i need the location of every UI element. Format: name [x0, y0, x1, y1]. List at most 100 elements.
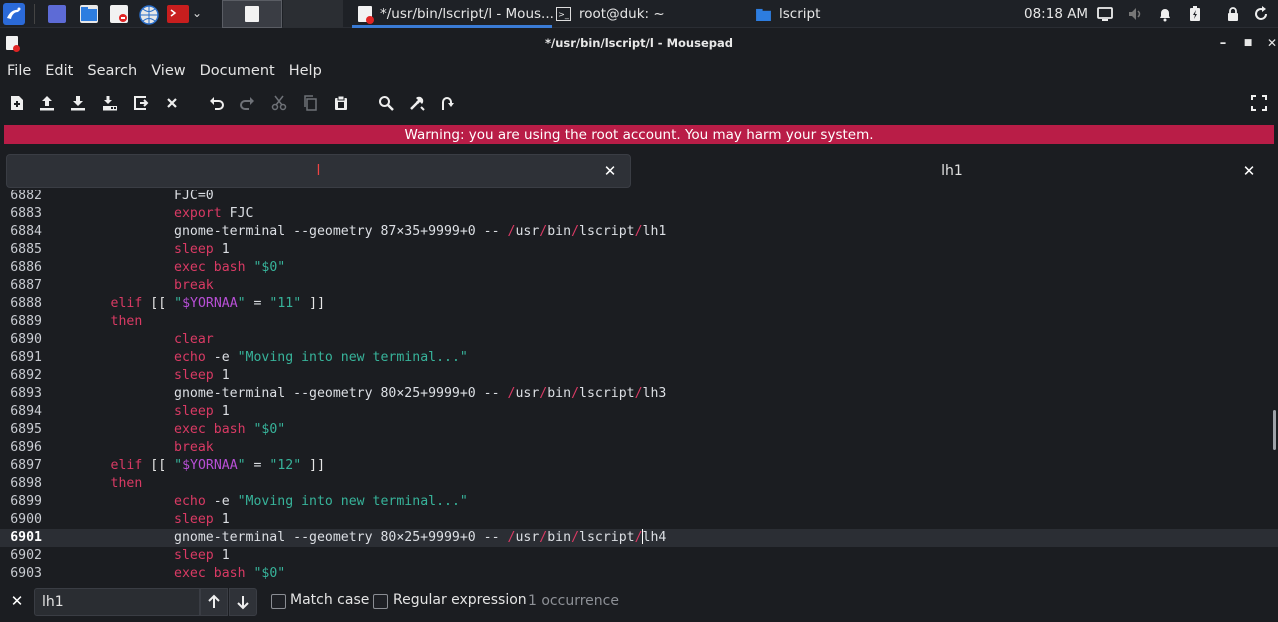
editor-line[interactable]: 6897 elif [[ "$YORNAA" = "12" ]]	[0, 457, 1278, 475]
fullscreen-button[interactable]	[1248, 92, 1270, 114]
menu-document[interactable]: Document	[193, 63, 282, 79]
menu-view[interactable]: View	[144, 63, 192, 79]
line-number: 6887	[10, 278, 42, 293]
line-code: break	[174, 440, 214, 455]
tab-lh1-close-button[interactable]: ✕	[1241, 162, 1257, 180]
task-mousepad[interactable]: */usr/bin/lscript/l - Mous...	[358, 0, 554, 28]
editor-line[interactable]: 6903 exec bash "$0"	[0, 565, 1278, 579]
browser-icon[interactable]	[139, 5, 159, 25]
line-number: 6895	[10, 422, 42, 437]
editor-line[interactable]: 6894 sleep 1	[0, 403, 1278, 421]
editor-line[interactable]: 6893 gnome-terminal --geometry 80×25+999…	[0, 385, 1278, 403]
line-number: 6901	[10, 530, 42, 545]
editor-line[interactable]: 6882 FJC=0	[0, 190, 1278, 205]
line-number: 6900	[10, 512, 42, 527]
cut-button[interactable]	[268, 92, 290, 114]
copy-button[interactable]	[299, 92, 321, 114]
editor-line[interactable]: 6902 sleep 1	[0, 547, 1278, 565]
save-as-button[interactable]	[99, 92, 121, 114]
undo-button[interactable]	[206, 92, 228, 114]
editor-line[interactable]: 6889 then	[0, 313, 1278, 331]
search-next-button[interactable]	[229, 588, 257, 616]
find-button[interactable]	[375, 92, 397, 114]
search-close-button[interactable]: ✕	[9, 592, 25, 610]
launcher-dropdown-chevron-icon[interactable]: ⌄	[192, 6, 202, 20]
find-replace-button[interactable]	[406, 92, 428, 114]
maximize-button[interactable]: ■	[1237, 32, 1259, 54]
menu-edit[interactable]: Edit	[38, 63, 80, 79]
text-editor[interactable]: 6882 FJC=0 6883 export FJC 6884 gnome-term…	[0, 190, 1278, 579]
editor-line[interactable]: 6884 gnome-terminal --geometry 87×35+999…	[0, 223, 1278, 241]
task-terminal-label: root@duk: ~	[579, 6, 665, 22]
paste-icon	[335, 95, 347, 110]
reload-button[interactable]	[130, 92, 152, 114]
minimize-button[interactable]: –	[1212, 32, 1234, 54]
tab-l-close-button[interactable]: ✕	[602, 162, 618, 180]
menu-file[interactable]: File	[0, 63, 38, 79]
arrow-up-icon	[208, 594, 220, 608]
volume-icon[interactable]	[1127, 6, 1143, 22]
undo-icon	[210, 97, 224, 110]
root-warning-text: Warning: you are using the root account.…	[404, 126, 874, 143]
editor-line[interactable]: 6885 sleep 1	[0, 241, 1278, 259]
tab-l[interactable]: l	[6, 154, 631, 188]
editor-line[interactable]: 6883 export FJC	[0, 205, 1278, 223]
editor-line[interactable]: 6888 elif [[ "$YORNAA" = "11" ]]	[0, 295, 1278, 313]
battery-icon[interactable]	[1187, 6, 1203, 22]
open-button[interactable]	[36, 92, 58, 114]
search-input[interactable]	[34, 588, 200, 616]
paste-button[interactable]	[330, 92, 352, 114]
editor-line[interactable]: 6899 echo -e "Moving into new terminal..…	[0, 493, 1278, 511]
window-titlebar[interactable]: */usr/bin/lscript/l - Mousepad – ■ ✕	[0, 32, 1278, 54]
editor-scrollbar[interactable]	[1273, 410, 1276, 450]
text-caret	[642, 529, 644, 544]
fullscreen-icon	[1251, 95, 1267, 111]
tab-lh1[interactable]: lh1	[632, 154, 1272, 188]
line-number: 6892	[10, 368, 42, 383]
editor-line[interactable]: 6898 then	[0, 475, 1278, 493]
close-window-button[interactable]: ✕	[1261, 32, 1278, 54]
close-document-button[interactable]	[161, 92, 183, 114]
notifications-bell-icon[interactable]	[1157, 6, 1173, 22]
editor-line[interactable]: 6890 clear	[0, 331, 1278, 349]
search-previous-button[interactable]	[200, 588, 228, 616]
menu-search[interactable]: Search	[80, 63, 144, 79]
workspace-icon[interactable]	[48, 5, 66, 23]
line-number: 6890	[10, 332, 42, 347]
editor-line[interactable]: 6895 exec bash "$0"	[0, 421, 1278, 439]
clock[interactable]: 08:18 AM	[1024, 0, 1088, 28]
line-code: exec bash "$0"	[174, 260, 286, 275]
file-manager-icon[interactable]	[80, 5, 98, 23]
save-button[interactable]	[67, 92, 89, 114]
editor-line[interactable]: 6896 break	[0, 439, 1278, 457]
window-title: */usr/bin/lscript/l - Mousepad	[545, 36, 733, 50]
line-code: sleep 1	[174, 512, 230, 527]
editor-line[interactable]: 6900 sleep 1	[0, 511, 1278, 529]
kali-menu-icon[interactable]	[3, 3, 25, 25]
find-replace-icon	[410, 96, 425, 111]
workspace-window-icon	[245, 6, 259, 22]
display-icon[interactable]	[1097, 6, 1113, 22]
task-terminal[interactable]: >_ root@duk: ~	[556, 0, 665, 28]
redo-button[interactable]	[236, 92, 258, 114]
match-case-label[interactable]: Match case	[290, 592, 369, 608]
new-document-button[interactable]	[6, 92, 28, 114]
task-folder[interactable]: lscript	[756, 0, 820, 28]
regex-label[interactable]: Regular expression	[393, 592, 527, 608]
menu-help[interactable]: Help	[282, 63, 329, 79]
restart-icon[interactable]	[1253, 6, 1269, 22]
lock-screen-icon[interactable]	[1225, 6, 1241, 22]
line-number: 6893	[10, 386, 42, 401]
mousepad-launcher-icon[interactable]	[110, 5, 128, 23]
editor-line[interactable]: 6886 exec bash "$0"	[0, 259, 1278, 277]
regex-checkbox[interactable]	[373, 594, 388, 609]
match-case-checkbox[interactable]	[271, 594, 286, 609]
editor-line[interactable]: 6887 break	[0, 277, 1278, 295]
workspace-2[interactable]	[283, 0, 343, 28]
workspace-1[interactable]	[222, 0, 282, 28]
editor-current-line[interactable]: 6901 gnome-terminal --geometry 80×25+999…	[0, 529, 1278, 547]
editor-line[interactable]: 6892 sleep 1	[0, 367, 1278, 385]
editor-line[interactable]: 6891 echo -e "Moving into new terminal..…	[0, 349, 1278, 367]
go-to-line-button[interactable]	[436, 92, 458, 114]
terminal-launcher-icon[interactable]	[167, 5, 189, 23]
